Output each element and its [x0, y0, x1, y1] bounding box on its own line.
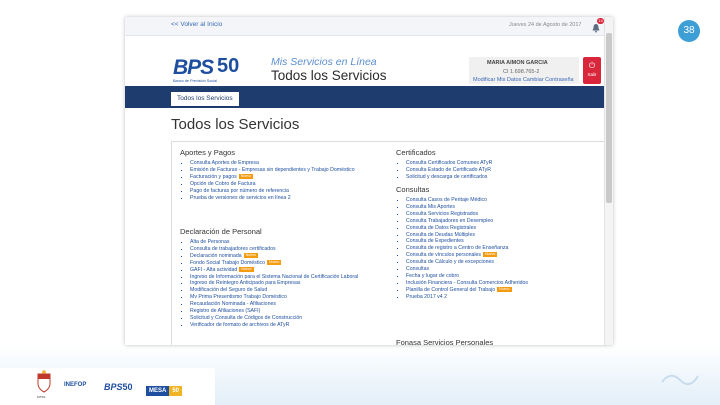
services-panel: Aportes y Pagos Consulta Aportes de Empre…	[171, 141, 605, 345]
nav-bar: Todos los Servicios	[125, 86, 605, 108]
service-section: Certificados Consulta Certificados Comune…	[396, 148, 596, 181]
service-link[interactable]: Consulta de Cálculo y de excepciones	[406, 259, 596, 266]
new-badge: Nuevo	[497, 286, 512, 292]
user-account-links[interactable]: Modificar Mis Datos Cambiar Contraseña	[473, 77, 574, 83]
new-badge: Nuevo	[482, 252, 498, 258]
notifications-count-badge: 14	[597, 18, 604, 24]
page-scrollbar[interactable]	[604, 17, 613, 345]
exit-icon: ⏻	[588, 61, 596, 70]
section-title: Declaración de Personal	[180, 227, 262, 236]
service-link[interactable]: Solicitud y descarga de certificados	[406, 174, 596, 181]
service-link[interactable]: Consulta Certificados Comunes ATyR	[406, 160, 596, 167]
service-list: Consulta Casos de Peritaje MédicoConsult…	[396, 197, 596, 301]
service-section: Fonasa Servicios Personales	[396, 338, 596, 345]
service-link[interactable]: Fondo Social Trabajo DomésticoNuevo	[190, 260, 380, 267]
back-to-home-link[interactable]: << Volver al Inicio	[171, 21, 222, 28]
service-link[interactable]: Consulta de Expedientes	[406, 238, 596, 245]
service-link[interactable]: Prueba 2017 v4 2	[406, 294, 596, 301]
service-link[interactable]: Verificador de formato de archivos de AT…	[190, 322, 380, 329]
service-list: Alta de PersonasConsulta de trabajadores…	[180, 239, 380, 329]
section-title: Certificados	[396, 148, 436, 157]
service-link[interactable]: Consulta de trabajadores certificados	[190, 246, 380, 253]
service-link[interactable]: Mv Prima Presentismo Trabajo Doméstico	[190, 294, 380, 301]
service-link[interactable]: Consulta Casos de Peritaje Médico	[406, 197, 596, 204]
service-link[interactable]: Modificación del Seguro de Salud	[190, 287, 380, 294]
service-link[interactable]: Consulta Estado de Certificado ATyR	[406, 167, 596, 174]
mesa-logo: MESA 50	[146, 379, 183, 397]
service-link[interactable]: Solicitud y Consulta de Códigos de Const…	[190, 315, 380, 322]
header-title: Todos los Servicios	[271, 68, 387, 83]
service-section: ConsultasConsulta Casos de Peritaje Médi…	[396, 185, 596, 301]
section-title: Fonasa Servicios Personales	[396, 338, 494, 345]
inefop-logo: INEFOP	[64, 382, 87, 388]
service-link[interactable]: Pago de facturas por número de referenci…	[190, 188, 380, 195]
user-name: MARIA AIMON GARCIA	[487, 60, 548, 66]
site-header: BPS 50 Banco de Previsión Social Mis Ser…	[125, 36, 605, 86]
service-link[interactable]: Recaudación Nominada - Afiliaciones	[190, 301, 380, 308]
service-link[interactable]: Emisión de Facturas - Empresas sin depen…	[190, 167, 380, 174]
bps-logo[interactable]: BPS 50 Banco de Previsión Social	[173, 55, 245, 83]
section-title: Aportes y Pagos	[180, 148, 236, 157]
service-section: Declaración de Personal Alta de PersonasC…	[180, 227, 380, 329]
section-title: Consultas	[396, 185, 430, 194]
service-link[interactable]: Consulta de Datos Registrales	[406, 225, 596, 232]
scrollbar-thumb[interactable]	[606, 33, 612, 203]
service-section: Aportes y Pagos Consulta Aportes de Empre…	[180, 148, 380, 201]
top-strip: << Volver al Inicio Jueves 24 de Agosto …	[125, 17, 605, 36]
government-crest-icon	[37, 370, 51, 393]
service-link[interactable]: Planilla de Control General del TrabajoN…	[406, 287, 596, 294]
page-title: Todos los Servicios	[171, 116, 300, 133]
tab-todos-los-servicios[interactable]: Todos los Servicios	[171, 92, 239, 106]
service-link[interactable]: GAFI - Alta actividadNuevo	[190, 267, 380, 274]
current-date: Jueves 24 de Agosto de 2017	[509, 22, 582, 28]
slide-number: 38	[678, 20, 700, 42]
notifications-bell-icon[interactable]: 14	[591, 18, 604, 33]
service-link[interactable]: Fecha y lugar de cobro	[406, 273, 596, 280]
service-link[interactable]: Inclusión Financiera - Consulta Comercio…	[406, 280, 596, 287]
service-link[interactable]: Facturación y pagosNuevo	[190, 174, 380, 181]
new-badge: Nuevo	[243, 252, 259, 258]
new-badge: Nuevo	[266, 259, 282, 265]
header-subtitle: Mis Servicios en Línea	[271, 56, 377, 68]
service-link[interactable]: Prueba de versiones de servicios en líne…	[190, 195, 380, 202]
new-badge: Nuevo	[239, 266, 254, 272]
service-link[interactable]: Ingreso de Información para el Sistema N…	[190, 274, 380, 281]
decorative-wave-icon	[661, 374, 699, 386]
service-link[interactable]: Registro de Afiliaciones (SAFI)	[190, 308, 380, 315]
footer-logos: MTSS INEFOP BPS50 MESA 50	[0, 368, 215, 405]
service-list: Consulta Certificados Comunes ATyRConsul…	[396, 160, 596, 181]
service-link[interactable]: Consulta de Deudas Múltiples	[406, 232, 596, 239]
new-badge: Nuevo	[238, 173, 254, 179]
logout-button[interactable]: ⏻ Salir	[583, 57, 601, 84]
browser-screenshot: << Volver al Inicio Jueves 24 de Agosto …	[125, 17, 613, 345]
service-link[interactable]: Consulta de registro a Centro de Enseñan…	[406, 245, 596, 252]
service-link[interactable]: Consultas	[406, 266, 596, 273]
service-link[interactable]: Consulta Mis Aportes	[406, 204, 596, 211]
service-link[interactable]: Alta de Personas	[190, 239, 380, 246]
service-link[interactable]: Consulta Servicios Registrados	[406, 211, 596, 218]
service-link[interactable]: Consulta de vínculos personalesNuevo	[406, 252, 596, 259]
service-list: Consulta Aportes de EmpresaEmisión de Fa…	[180, 160, 380, 201]
user-panel: MARIA AIMON GARCIA CI 1.698.765-2 Modifi…	[469, 57, 579, 84]
bps-footer-logo: BPS50	[104, 382, 133, 392]
service-link[interactable]: Ingreso de Reintegro Anticipado para Emp…	[190, 280, 380, 287]
crest-text: MTSS	[37, 395, 46, 399]
service-link[interactable]: Declaración nominadaNuevo	[190, 253, 380, 260]
user-id: CI 1.698.765-2	[503, 69, 540, 75]
service-link[interactable]: Consulta Trabajadores en Desempleo	[406, 218, 596, 225]
service-link[interactable]: Consulta Aportes de Empresa	[190, 160, 380, 167]
service-link[interactable]: Opción de Cobro de Factura	[190, 181, 380, 188]
